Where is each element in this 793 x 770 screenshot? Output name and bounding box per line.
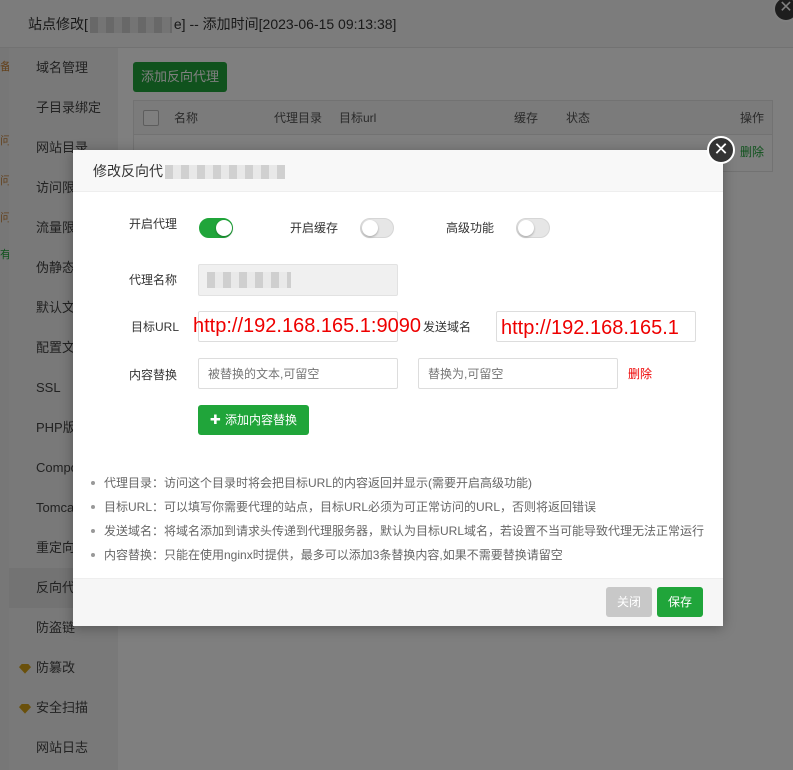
send-domain-label: 发送域名 <box>423 320 472 334</box>
modal-footer: 关闭 保存 <box>73 578 723 626</box>
enable-proxy-toggle[interactable] <box>199 218 233 238</box>
replace-to-input[interactable] <box>418 358 618 389</box>
help-note: 代理目录：访问这个目录时将会把目标URL的内容返回并显示(需要开启高级功能) <box>89 471 719 495</box>
help-note: 发送域名：将域名添加到请求头传递到代理服务器，默认为目标URL域名，若设置不当可… <box>89 519 719 543</box>
redacted-proxy-name <box>165 165 285 180</box>
close-icon[interactable]: ✕ <box>707 136 735 164</box>
help-notes: 代理目录：访问这个目录时将会把目标URL的内容返回并显示(需要开启高级功能) 目… <box>89 471 719 567</box>
modal-title-text: 修改反向代 <box>93 163 163 179</box>
replace-from-input[interactable] <box>198 358 398 389</box>
proxy-name-field <box>198 264 398 296</box>
target-url-annotation: http://192.168.165.1:9090 <box>193 315 421 337</box>
add-content-replace-label: 添加内容替换 <box>224 413 297 427</box>
redacted-proxy-name-value <box>207 272 291 288</box>
advanced-label: 高级功能 <box>446 221 495 235</box>
toggle-knob <box>518 220 534 236</box>
help-note: 内容替换：只能在使用nginx时提供，最多可以添加3条替换内容,如果不需要替换请… <box>89 543 719 567</box>
modal-title: 修改反向代 <box>73 150 723 192</box>
enable-cache-toggle[interactable] <box>360 218 394 238</box>
proxy-name-label: 代理名称 <box>129 273 178 287</box>
save-button[interactable]: 保存 <box>657 587 703 617</box>
replace-delete-link[interactable]: 删除 <box>628 364 652 384</box>
send-domain-annotation: http://192.168.165.1 <box>501 317 679 339</box>
enable-cache-label: 开启缓存 <box>290 221 339 235</box>
add-content-replace-button[interactable]: ✚ 添加内容替换 <box>198 405 309 435</box>
edit-proxy-modal: 修改反向代 ✕ 开启代理 开启缓存 高级功能 代理名称 目标URL 发送域名 h… <box>73 136 735 626</box>
toggle-knob <box>216 220 232 236</box>
plus-icon: ✚ <box>210 412 221 427</box>
target-url-label: 目标URL <box>131 320 180 334</box>
close-button[interactable]: 关闭 <box>606 587 652 617</box>
advanced-toggle[interactable] <box>516 218 550 238</box>
toggle-knob <box>362 220 378 236</box>
content-replace-label: 内容替换 <box>129 368 178 382</box>
enable-proxy-label: 开启代理 <box>129 217 178 231</box>
help-note: 目标URL：可以填写你需要代理的站点，目标URL必须为可正常访问的URL，否则将… <box>89 495 719 519</box>
